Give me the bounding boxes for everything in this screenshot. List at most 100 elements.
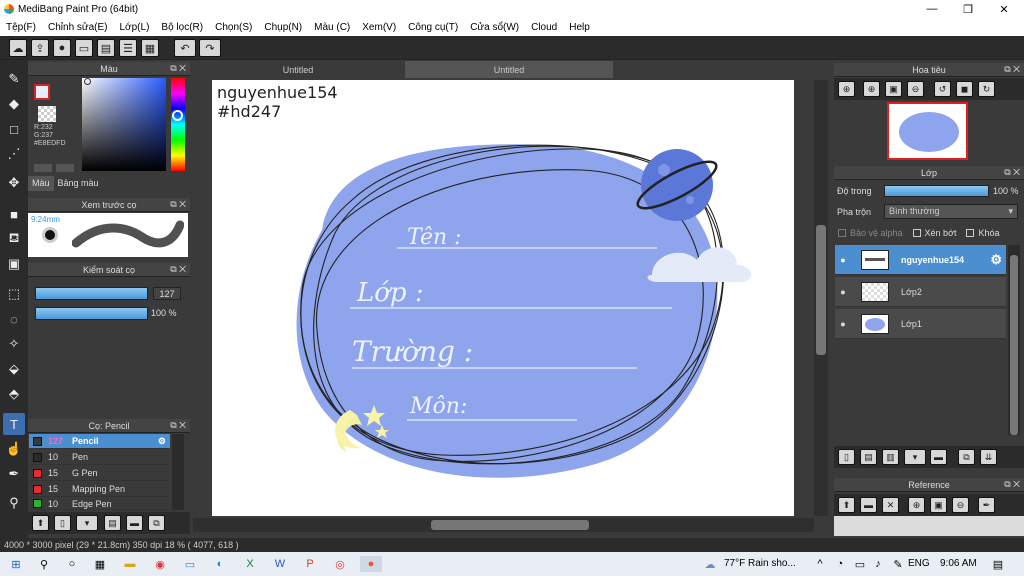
lock-checkbox[interactable] (966, 229, 975, 237)
menu-tools[interactable]: Công cụ(T) (402, 22, 464, 33)
medibang-taskbar-icon[interactable]: ● (360, 556, 382, 572)
gear-icon[interactable]: ⚙ (990, 252, 1002, 268)
sv-cursor[interactable] (84, 78, 91, 85)
new-halftone-layer-icon[interactable]: ▤ (860, 449, 877, 465)
brush-size-value[interactable]: 127 (153, 287, 181, 300)
tab-palette[interactable]: Bảng màu (54, 176, 103, 191)
eyedropper-icon[interactable]: ✒ (978, 497, 995, 513)
clipping-checkbox[interactable] (912, 229, 921, 237)
panel-close-icon[interactable]: ⧉ ✕ (1004, 64, 1020, 75)
folder-icon[interactable]: ▬ (930, 449, 947, 465)
fit-icon[interactable]: ▣ (930, 497, 947, 513)
search-icon[interactable]: ⚲ (36, 556, 52, 572)
horizontal-scrollbar[interactable] (193, 518, 814, 532)
upload-icon[interactable]: ⬆ (32, 515, 49, 531)
duplicate-layer-icon[interactable]: ⧉ (958, 449, 975, 465)
brush-opacity-slider[interactable] (35, 307, 148, 320)
folder-icon[interactable]: ▬ (126, 515, 143, 531)
color-mode-button-2[interactable] (56, 164, 74, 172)
zoom-out-icon[interactable]: ⊖ (952, 497, 969, 513)
windows-start-icon[interactable]: ⊞ (8, 556, 24, 572)
add-layer-menu-icon[interactable]: ▾ (904, 449, 926, 465)
eyedropper-icon[interactable]: ✒ (3, 463, 25, 485)
cortana-icon[interactable]: ○ (64, 556, 80, 572)
close-reference-icon[interactable]: ✕ (882, 497, 899, 513)
redo-icon[interactable]: ↷ (199, 39, 221, 57)
chat-icon[interactable]: ▭ (75, 39, 93, 57)
new-layer-icon[interactable]: ▯ (838, 449, 855, 465)
maximize-button[interactable]: ❐ (950, 0, 986, 18)
brush-item[interactable]: 10 Pen (29, 450, 170, 465)
menu-snap[interactable]: Chụp(N) (258, 22, 308, 33)
blend-mode-select[interactable]: Bình thường ▾ (884, 204, 1018, 219)
new-brush-icon[interactable]: ▯ (54, 515, 71, 531)
tab-document-2[interactable]: Untitled (405, 61, 613, 78)
word-icon[interactable]: W (272, 556, 288, 572)
computer-icon[interactable]: ▭ (182, 556, 198, 572)
new-8bit-layer-icon[interactable]: ▥ (882, 449, 899, 465)
pen-icon[interactable]: ✎ (890, 556, 906, 572)
vertical-scroll-thumb[interactable] (816, 225, 826, 355)
menu-help[interactable]: Help (563, 22, 596, 33)
app-red-icon[interactable]: ◉ (152, 556, 168, 572)
brush-item[interactable]: 10 Edge Pen (29, 498, 170, 510)
color-sv-picker[interactable] (82, 78, 166, 171)
layer-item[interactable]: ● Lớp1 (835, 309, 1006, 339)
edge-browser-icon[interactable]: ◐ (212, 556, 228, 572)
eye-icon[interactable]: ● (835, 319, 851, 329)
horizontal-scroll-thumb[interactable] (431, 520, 589, 530)
eye-icon[interactable]: ● (835, 255, 851, 265)
comment-icon[interactable]: ● (53, 39, 71, 57)
grid-icon[interactable]: ▦ (141, 39, 159, 57)
share-icon[interactable]: ⇪ (31, 39, 49, 57)
menu-cloud[interactable]: Cloud (525, 22, 563, 33)
document-icon[interactable]: ▤ (97, 39, 115, 57)
panel-close-icon[interactable]: ⧉ ✕ (170, 199, 186, 210)
rectangle-tool-icon[interactable]: □ (3, 118, 25, 140)
hue-slider[interactable] (171, 78, 185, 171)
menu-filter[interactable]: Bộ lọc(R) (155, 22, 209, 33)
zoom-in-icon[interactable]: ⊕ (908, 497, 925, 513)
eye-icon[interactable]: ● (835, 287, 851, 297)
select-pen-icon[interactable]: ⬙ (3, 358, 25, 380)
wifi-icon[interactable]: ◔ (832, 556, 848, 572)
primary-color-swatch[interactable] (34, 84, 50, 100)
menu-color[interactable]: Màu (C) (308, 22, 356, 33)
gradient-tool-icon[interactable]: ▣ (3, 253, 25, 275)
layer-item[interactable]: ● nguyenhue154 ⚙ (835, 245, 1006, 275)
menu-view[interactable]: Xem(V) (356, 22, 402, 33)
battery-icon[interactable]: ▭ (852, 556, 868, 572)
brush-item[interactable]: 127 Pencil ⚙ (29, 434, 170, 449)
zoom-in-icon[interactable]: ⊕ (838, 81, 855, 97)
secondary-color-swatch[interactable] (38, 106, 56, 122)
zoom-in-icon-2[interactable]: ⊕ (863, 81, 880, 97)
reset-icon[interactable]: ◼ (956, 81, 973, 97)
weather-text[interactable]: 77°F Rain sho... (724, 558, 796, 569)
menu-layer[interactable]: Lớp(L) (114, 22, 156, 33)
tab-document-1[interactable]: Untitled (193, 61, 403, 78)
panel-close-icon[interactable]: ⧉ ✕ (170, 264, 186, 275)
menu-select[interactable]: Chọn(S) (209, 22, 258, 33)
navigator-view[interactable] (834, 100, 1024, 162)
layer-scrollbar[interactable] (1008, 245, 1020, 435)
panel-close-icon[interactable]: ⧉ ✕ (1004, 167, 1020, 178)
language-indicator[interactable]: ENG (908, 558, 930, 569)
gear-icon[interactable]: ⚙ (158, 436, 166, 447)
fit-icon[interactable]: ▣ (885, 81, 902, 97)
text-tool-icon[interactable]: T (3, 413, 25, 435)
weather-icon[interactable]: ☁ (702, 556, 718, 572)
vertical-scrollbar[interactable] (814, 80, 828, 516)
select-eraser-icon[interactable]: ⬘ (3, 383, 25, 405)
cloud-icon[interactable]: ☁ (9, 39, 27, 57)
fill-shape-tool-icon[interactable]: ■ (3, 203, 25, 225)
menu-window[interactable]: Cửa sổ(W) (464, 22, 525, 33)
close-button[interactable]: ✕ (986, 0, 1022, 18)
bucket-tool-icon[interactable]: ⛾ (3, 228, 25, 250)
eyedropper2-icon[interactable]: ⚲ (3, 492, 25, 514)
layer-opacity-slider[interactable] (884, 185, 989, 197)
magic-wand-icon[interactable]: ✧ (3, 333, 25, 355)
brush-item[interactable]: 15 Mapping Pen (29, 482, 170, 497)
merge-down-icon[interactable]: ⇊ (980, 449, 997, 465)
volume-icon[interactable]: ♪ (870, 556, 886, 572)
hue-cursor[interactable] (172, 110, 183, 121)
